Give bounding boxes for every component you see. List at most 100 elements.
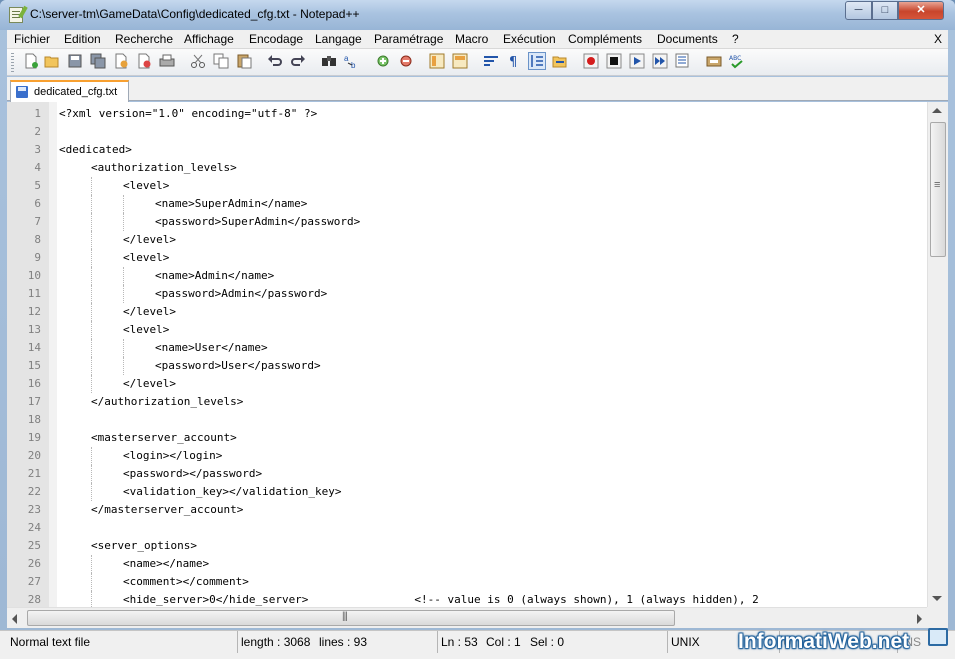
menu-parametrage[interactable]: Paramétrage <box>374 32 443 46</box>
code-text: <hide_server>0</hide_server> <!-- value … <box>123 593 759 606</box>
editor-line[interactable]: 11 <password>Admin</password> <box>7 285 927 303</box>
editor-line[interactable]: 25 <server_options> <box>7 537 927 555</box>
find-icon[interactable] <box>321 53 337 69</box>
indent-guide <box>91 447 92 465</box>
editor-line[interactable]: 20 <login></login> <box>7 447 927 465</box>
save-icon[interactable] <box>67 53 83 69</box>
notepad-app-icon[interactable] <box>9 7 23 23</box>
new-file-icon[interactable] <box>23 53 39 69</box>
editor-line[interactable]: 15 <password>User</password> <box>7 357 927 375</box>
close-all-icon[interactable] <box>136 53 152 69</box>
stop-macro-icon[interactable] <box>606 53 622 69</box>
editor-line[interactable]: 28 <hide_server>0</hide_server> <!-- valu… <box>7 591 927 607</box>
editor-line[interactable]: 24 <box>7 519 927 537</box>
editor-line[interactable]: 2 <box>7 123 927 141</box>
toolbar-grip[interactable] <box>11 53 14 72</box>
sync-vertical-icon[interactable] <box>429 53 445 69</box>
scroll-down-arrow[interactable] <box>932 596 942 601</box>
run-macro-multiple-icon[interactable] <box>652 53 668 69</box>
replace-icon[interactable]: ab <box>344 53 360 69</box>
editor-line[interactable]: 23 </masterserver_account> <box>7 501 927 519</box>
editor-line[interactable]: 14 <name>User</name> <box>7 339 927 357</box>
editor-line[interactable]: 17 </authorization_levels> <box>7 393 927 411</box>
redo-icon[interactable] <box>290 53 306 69</box>
menu-edition[interactable]: Edition <box>64 32 101 46</box>
play-macro-icon[interactable] <box>629 53 645 69</box>
copy-icon[interactable] <box>213 53 229 69</box>
save-all-icon[interactable] <box>90 53 106 69</box>
editor-line[interactable]: 9 <level> <box>7 249 927 267</box>
close-icon[interactable] <box>113 53 129 69</box>
open-file-icon[interactable] <box>44 53 60 69</box>
vertical-scroll-thumb[interactable] <box>930 122 946 257</box>
line-number: 4 <box>34 161 41 174</box>
indent-guide <box>91 591 92 607</box>
code-text: <name>Admin</name> <box>155 269 275 282</box>
show-all-chars-icon[interactable]: ¶ <box>506 53 522 69</box>
editor-line[interactable]: 1 <?xml version="1.0" encoding="utf-8" ?> <box>7 105 927 123</box>
menu-fichier[interactable]: Fichier <box>14 32 50 46</box>
cut-icon[interactable] <box>190 53 206 69</box>
horizontal-scroll-thumb[interactable] <box>27 610 675 626</box>
indent-guide <box>123 213 124 231</box>
scroll-left-arrow[interactable] <box>12 614 17 624</box>
menu-langage[interactable]: Langage <box>315 32 362 46</box>
paste-icon[interactable] <box>236 53 252 69</box>
menu-complements[interactable]: Compléments <box>568 32 642 46</box>
code-text: <login></login> <box>123 449 223 462</box>
tab-bar: dedicated_cfg.txt <box>7 77 948 102</box>
indent-guide <box>91 339 92 357</box>
menu-help[interactable]: ? <box>732 32 739 46</box>
editor-line[interactable]: 16 </level> <box>7 375 927 393</box>
zoom-in-icon[interactable] <box>375 53 391 69</box>
editor-line[interactable]: 21 <password></password> <box>7 465 927 483</box>
indent-guide <box>91 285 92 303</box>
tab-dedicated-cfg[interactable]: dedicated_cfg.txt <box>10 80 129 102</box>
print-icon[interactable] <box>159 53 175 69</box>
editor-line[interactable]: 6 <name>SuperAdmin</name> <box>7 195 927 213</box>
editor-line[interactable]: 5 <level> <box>7 177 927 195</box>
sync-horizontal-icon[interactable] <box>452 53 468 69</box>
close-document-button[interactable]: X <box>934 32 942 46</box>
horizontal-scrollbar[interactable] <box>7 607 927 628</box>
zoom-out-icon[interactable] <box>398 53 414 69</box>
save-macro-icon[interactable] <box>675 53 691 69</box>
editor-line[interactable]: 13 <level> <box>7 321 927 339</box>
vertical-scrollbar[interactable] <box>927 102 948 607</box>
editor-line[interactable]: 22 <validation_key></validation_key> <box>7 483 927 501</box>
scroll-right-arrow[interactable] <box>917 614 922 624</box>
editor-line[interactable]: 12 </level> <box>7 303 927 321</box>
editor-line[interactable]: 10 <name>Admin</name> <box>7 267 927 285</box>
editor-line[interactable]: 8 </level> <box>7 231 927 249</box>
text-editor[interactable]: 1 <?xml version="1.0" encoding="utf-8" ?>… <box>7 102 948 607</box>
folder-icon[interactable] <box>552 53 568 69</box>
record-macro-icon[interactable] <box>583 53 599 69</box>
menu-encodage[interactable]: Encodage <box>249 32 303 46</box>
menu-recherche[interactable]: Recherche <box>115 32 173 46</box>
editor-line[interactable]: 27 <comment></comment> <box>7 573 927 591</box>
editor-line[interactable]: 18 <box>7 411 927 429</box>
title-bar[interactable]: C:\server-tm\GameData\Config\dedicated_c… <box>0 0 955 30</box>
indent-guide-icon[interactable] <box>528 52 546 70</box>
editor-line[interactable]: 7 <password>SuperAdmin</password> <box>7 213 927 231</box>
scroll-up-arrow[interactable] <box>932 108 942 113</box>
menu-documents[interactable]: Documents <box>657 32 718 46</box>
minimize-button[interactable]: ─ <box>845 1 872 20</box>
editor-line[interactable]: 19 <masterserver_account> <box>7 429 927 447</box>
menu-macro[interactable]: Macro <box>455 32 488 46</box>
close-window-button[interactable]: ✕ <box>898 1 944 20</box>
menu-affichage[interactable]: Affichage <box>184 32 234 46</box>
launch-icon[interactable] <box>706 53 722 69</box>
editor-line[interactable]: 4 <authorization_levels> <box>7 159 927 177</box>
editor-line[interactable]: 26 <name></name> <box>7 555 927 573</box>
code-text: </authorization_levels> <box>91 395 244 408</box>
watermark-monitor-icon <box>928 628 948 646</box>
word-wrap-icon[interactable] <box>483 53 499 69</box>
maximize-button[interactable]: □ <box>872 1 898 20</box>
menu-execution[interactable]: Exécution <box>503 32 556 46</box>
indent-guide <box>91 573 92 591</box>
undo-icon[interactable] <box>267 53 283 69</box>
spell-check-icon[interactable]: ABC <box>729 53 745 69</box>
menu-bar: Fichier Edition Recherche Affichage Enco… <box>7 30 948 49</box>
editor-line[interactable]: 3 <dedicated> <box>7 141 927 159</box>
